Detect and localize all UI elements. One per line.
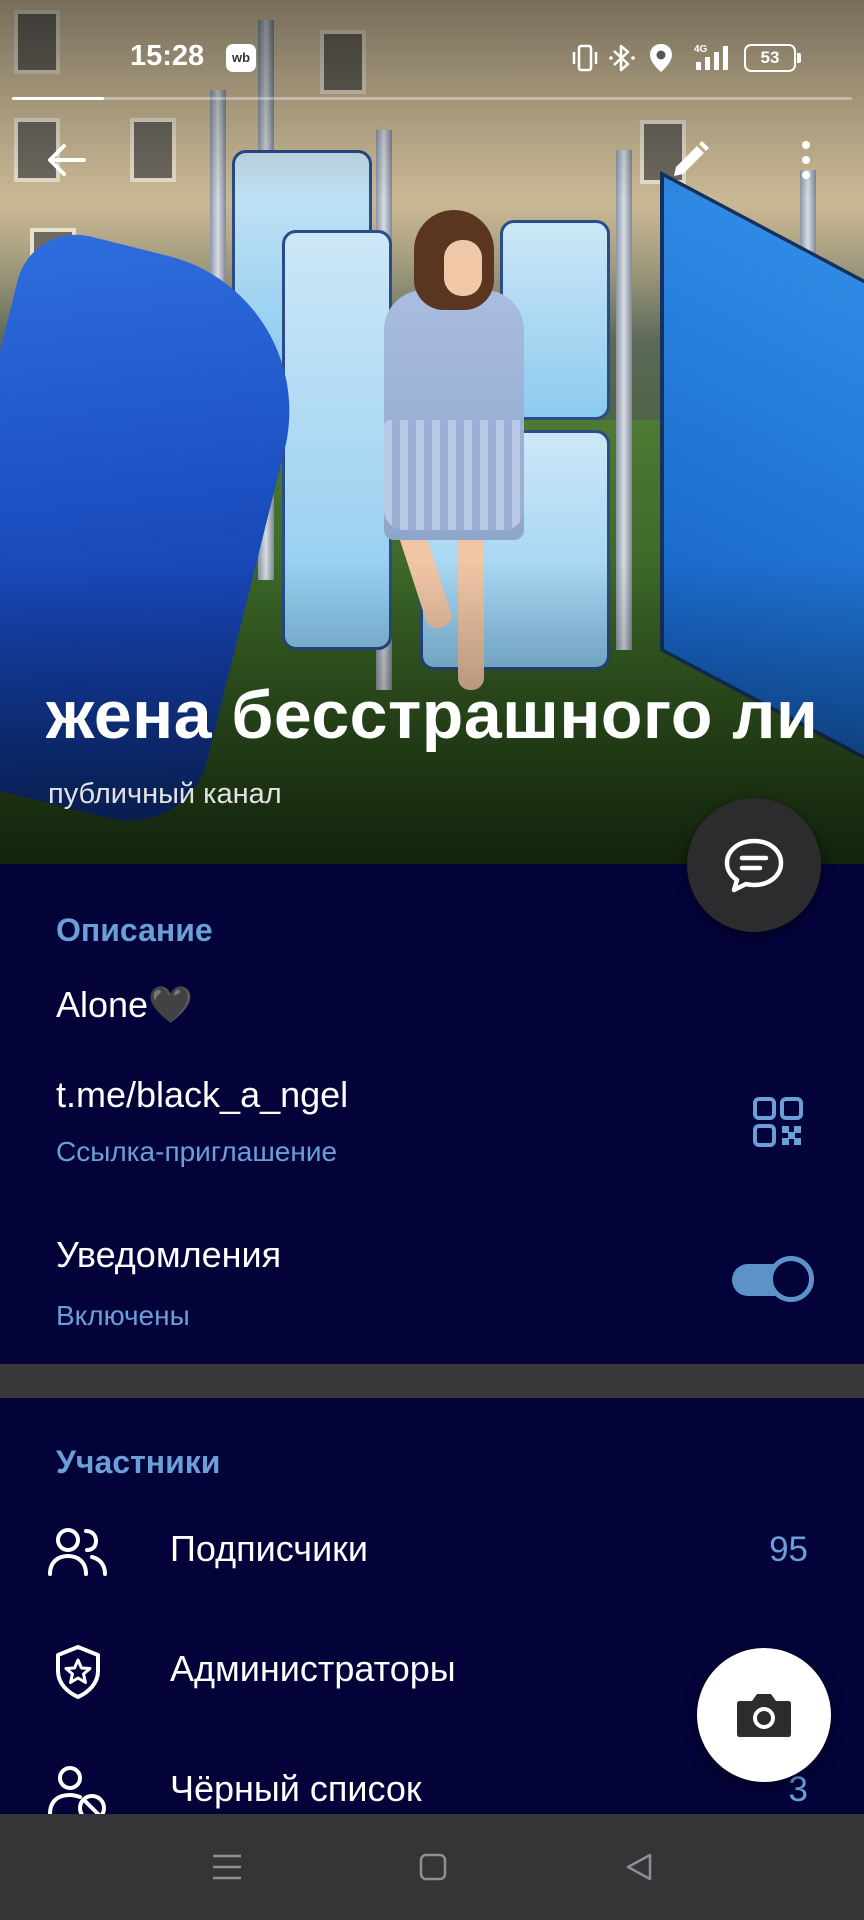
pencil-icon (674, 141, 709, 176)
edit-button[interactable] (658, 128, 722, 192)
bluetooth-icon (608, 42, 636, 74)
camera-icon (737, 1694, 791, 1737)
vibrate-icon (572, 42, 598, 74)
channel-subtitle: публичный канал (48, 778, 282, 810)
channel-description: Alone🖤 (56, 984, 193, 1025)
arrow-left-icon (48, 144, 86, 176)
chat-bubble-icon (724, 838, 784, 893)
invite-link-text: t.me/black_a_ngel (56, 1074, 349, 1115)
camera-button[interactable] (697, 1648, 831, 1782)
users-icon (48, 1528, 107, 1576)
description-section-title: Описание (56, 912, 213, 948)
members-section-title: Участники (56, 1444, 221, 1480)
notifications-state: Включены (56, 1300, 190, 1331)
nav-back-button[interactable] (616, 1844, 662, 1890)
subscribers-count: 95 (769, 1530, 808, 1569)
story-progress-fill (12, 97, 105, 100)
toggle-knob (768, 1256, 814, 1302)
nav-menu-button[interactable] (204, 1844, 250, 1890)
menu-icon (213, 1854, 241, 1880)
channel-title: жена бесстрашного ли (46, 677, 819, 753)
shield-star-icon (56, 1645, 100, 1699)
home-square-icon (419, 1853, 447, 1881)
blacklist-label: Чёрный список (170, 1768, 422, 1809)
status-bar: 15:28 wb 4G 53 (0, 0, 864, 100)
location-icon (648, 42, 674, 74)
more-button[interactable] (774, 128, 838, 192)
signal-icon: 4G (692, 42, 736, 74)
qr-code-button[interactable] (752, 1096, 804, 1148)
back-button[interactable] (34, 128, 98, 192)
wb-app-icon: wb (226, 44, 256, 72)
svg-text:4G: 4G (694, 44, 708, 55)
photo-person-skirt (384, 420, 524, 530)
subscribers-row[interactable]: Подписчики 95 (0, 1504, 864, 1594)
user-blocked-icon (48, 1766, 106, 1820)
discussion-button[interactable] (687, 798, 821, 932)
nav-home-button[interactable] (410, 1844, 456, 1890)
more-vert-icon (802, 141, 810, 179)
system-navigation-bar (0, 1814, 864, 1920)
subscribers-label: Подписчики (170, 1528, 369, 1569)
invite-link-caption: Ссылка-приглашение (56, 1136, 338, 1167)
photo-person-face (444, 240, 482, 296)
battery-indicator: 53 (744, 44, 801, 72)
section-divider (0, 1364, 864, 1398)
back-triangle-icon (626, 1853, 652, 1881)
status-time: 15:28 (130, 40, 205, 72)
notifications-toggle[interactable] (732, 1256, 814, 1304)
qr-code-icon (753, 1097, 803, 1147)
administrators-label: Администраторы (170, 1648, 456, 1689)
story-progress-track (12, 97, 852, 100)
notifications-label: Уведомления (56, 1234, 282, 1275)
